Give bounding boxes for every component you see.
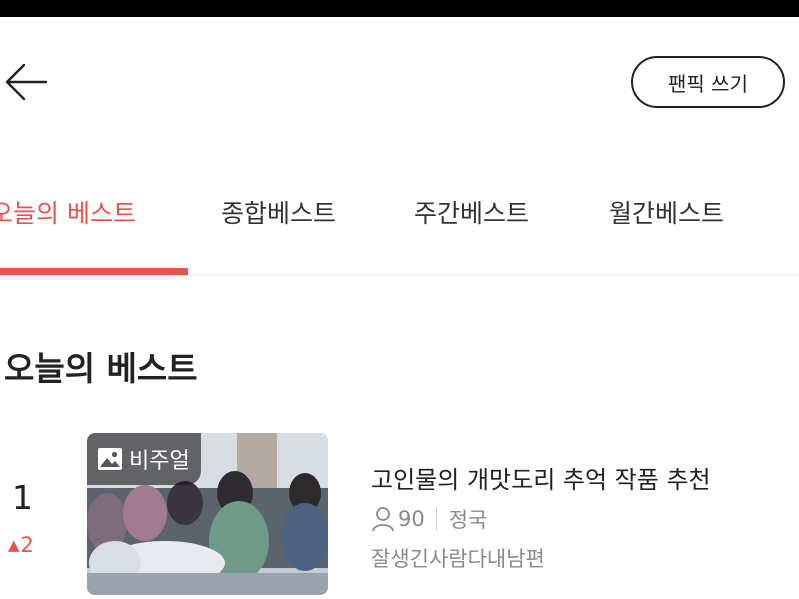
item-meta: 90 정국 xyxy=(371,505,487,533)
item-category: 정국 xyxy=(448,508,488,532)
tab-bar: 오늘의 베스트 종합베스트 주간베스트 월간베스트 xyxy=(0,0,799,276)
tab-today-best[interactable]: 오늘의 베스트 xyxy=(0,194,136,230)
item-thumbnail[interactable]: 비주얼 xyxy=(87,433,328,595)
tab-overall-best[interactable]: 종합베스트 xyxy=(221,194,336,230)
rank-number: 1 xyxy=(12,478,33,517)
badge-label: 비주얼 xyxy=(129,449,190,474)
image-icon xyxy=(97,447,123,471)
tab-weekly-best[interactable]: 주간베스트 xyxy=(414,194,529,230)
visual-badge: 비주얼 xyxy=(87,433,201,485)
active-tab-indicator xyxy=(0,268,188,275)
person-icon xyxy=(371,506,395,532)
item-title[interactable]: 고인물의 개맛도리 추억 작품 추천 xyxy=(371,460,711,495)
section-title: 오늘의 베스트 xyxy=(4,349,198,388)
tab-monthly-best[interactable]: 월간베스트 xyxy=(609,194,724,230)
participant-count: 90 xyxy=(398,507,425,531)
rank-change-value: 2 xyxy=(20,533,34,557)
meta-divider xyxy=(435,507,437,531)
item-author[interactable]: 잘생긴사람다내남편 xyxy=(371,543,545,573)
rank-change: ▲2 xyxy=(8,533,34,557)
triangle-up-icon: ▲ xyxy=(8,536,20,554)
